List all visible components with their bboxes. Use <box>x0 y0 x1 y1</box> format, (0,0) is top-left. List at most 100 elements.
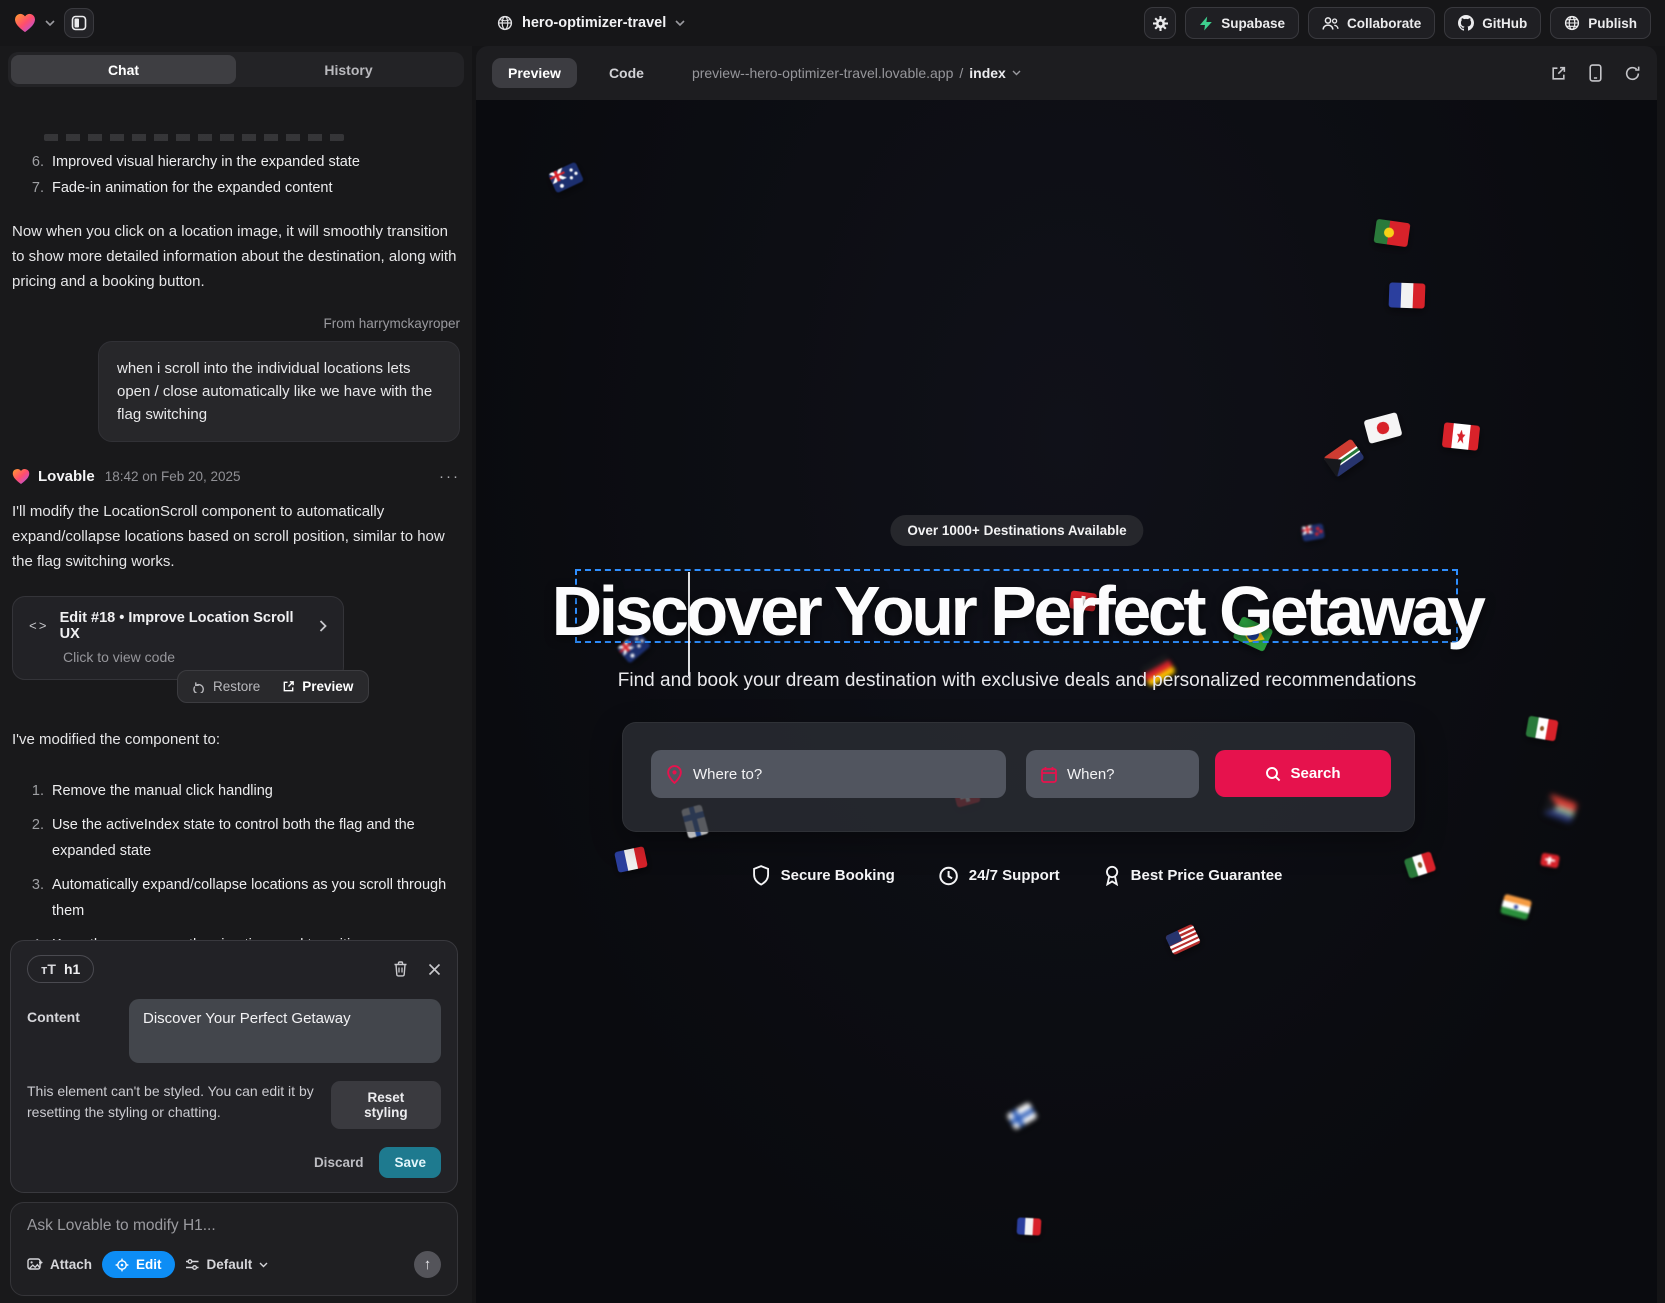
publish-button[interactable]: Publish <box>1550 7 1651 39</box>
list-text: Automatically expand/collapse locations … <box>52 872 452 924</box>
save-button[interactable]: Save <box>379 1147 441 1178</box>
attach-label: Attach <box>50 1257 92 1272</box>
send-button[interactable]: ↑ <box>414 1251 441 1278</box>
chevron-right-icon <box>319 620 327 632</box>
edit-mode-button[interactable]: Edit <box>102 1251 175 1278</box>
list-number: 6. <box>26 149 44 175</box>
assistant-paragraph: I'll modify the LocationScroll component… <box>12 499 460 574</box>
when-placeholder: When? <box>1067 766 1115 783</box>
tab-preview[interactable]: Preview <box>492 58 577 88</box>
target-icon <box>115 1258 129 1272</box>
search-button[interactable]: Search <box>1215 750 1391 797</box>
edit-version-card[interactable]: <> Edit #18 • Improve Location Scroll UX… <box>12 596 344 680</box>
edit-card-title: Edit #18 • Improve Location Scroll UX <box>60 610 308 642</box>
award-icon <box>1104 865 1121 886</box>
list-number: 2. <box>26 812 44 838</box>
open-in-new-tab-button[interactable] <box>1550 65 1567 82</box>
assistant-paragraph: Now when you click on a location image, … <box>12 219 460 294</box>
publish-label: Publish <box>1588 16 1637 31</box>
external-link-icon <box>282 680 295 693</box>
list-item: 1. Remove the manual click handling <box>12 778 460 804</box>
shield-icon <box>752 865 771 886</box>
settings-button[interactable] <box>1144 7 1176 39</box>
url-path: index <box>969 65 1006 81</box>
url-host: preview--hero-optimizer-travel.lovable.a… <box>692 65 953 81</box>
list-text: Fade-in animation for the expanded conte… <box>52 175 333 201</box>
preview-version-button[interactable]: Preview <box>273 674 362 699</box>
reset-styling-button[interactable]: Reset styling <box>331 1081 441 1129</box>
preview-toolbar: Preview Code preview--hero-optimizer-tra… <box>476 46 1657 100</box>
chat-message-list[interactable]: 6. Improved visual hierarchy in the expa… <box>0 134 472 943</box>
when-input[interactable]: When? <box>1026 750 1199 798</box>
feature-secure-booking: Secure Booking <box>752 865 895 886</box>
globe-icon <box>1564 15 1580 31</box>
clock-icon <box>939 866 959 886</box>
preview-viewport: Over 1000+ Destinations Available Discov… <box>476 100 1657 1303</box>
supabase-icon <box>1199 16 1213 31</box>
mobile-view-button[interactable] <box>1589 64 1602 82</box>
list-number: 1. <box>26 778 44 804</box>
collaborate-label: Collaborate <box>1347 16 1421 31</box>
tab-history[interactable]: History <box>236 55 461 84</box>
sidebar-toggle-button[interactable] <box>64 8 94 38</box>
list-text: Remove the manual click handling <box>52 778 273 804</box>
mobile-device-icon <box>1589 64 1602 82</box>
tab-chat[interactable]: Chat <box>11 55 236 84</box>
selected-element-chip[interactable]: ᴛT h1 <box>27 955 94 983</box>
collaborate-button[interactable]: Collaborate <box>1308 7 1435 39</box>
message-menu-button[interactable]: ··· <box>439 468 460 485</box>
delete-element-button[interactable] <box>393 961 408 977</box>
supabase-label: Supabase <box>1221 16 1285 31</box>
element-style-editor: ᴛT h1 Content Discover Your Perfect Geta… <box>10 940 458 1193</box>
project-selector[interactable]: hero-optimizer-travel <box>497 0 685 46</box>
list-text: Improved visual hierarchy in the expande… <box>52 149 360 175</box>
lovable-heart-icon <box>12 468 30 485</box>
topbar: hero-optimizer-travel Supabase <box>0 0 1665 46</box>
text-style-icon: ᴛT <box>41 961 56 977</box>
refresh-icon <box>1624 65 1641 82</box>
hero-heading[interactable]: Discover Your Perfect Getaway <box>552 571 1483 651</box>
project-name: hero-optimizer-travel <box>522 15 666 31</box>
model-default-label: Default <box>207 1257 253 1272</box>
list-number: 7. <box>26 175 44 201</box>
hero-subheading: Find and book your dream destination wit… <box>618 670 1416 692</box>
lovable-heart-logo[interactable] <box>14 13 36 33</box>
chevron-down-icon[interactable] <box>45 20 55 27</box>
external-link-icon <box>1550 65 1567 82</box>
message-timestamp: 18:42 on Feb 20, 2025 <box>105 469 241 484</box>
github-button[interactable]: GitHub <box>1444 7 1541 39</box>
search-label: Search <box>1290 765 1340 782</box>
restore-button[interactable]: Restore <box>184 674 269 699</box>
preview-url[interactable]: preview--hero-optimizer-travel.lovable.a… <box>692 65 1021 81</box>
map-pin-icon <box>666 765 683 784</box>
list-number: 3. <box>26 872 44 898</box>
where-to-placeholder: Where to? <box>693 766 762 783</box>
edit-mode-label: Edit <box>136 1257 162 1272</box>
feature-label: 24/7 Support <box>969 867 1060 884</box>
list-item: 2. Use the activeIndex state to control … <box>12 812 460 864</box>
gear-icon <box>1152 15 1169 32</box>
discard-button[interactable]: Discard <box>314 1155 364 1170</box>
refresh-button[interactable] <box>1624 65 1641 82</box>
people-icon <box>1322 16 1339 31</box>
model-default-button[interactable]: Default <box>185 1257 269 1272</box>
assistant-paragraph: I've modified the component to: <box>12 727 460 752</box>
chat-composer: Attach Edit Default <box>10 1202 458 1296</box>
chat-input[interactable] <box>27 1217 441 1235</box>
tab-code[interactable]: Code <box>593 58 660 88</box>
restore-icon <box>193 680 206 693</box>
close-editor-button[interactable] <box>428 963 441 976</box>
clipped-list-item <box>44 134 344 141</box>
feature-best-price: Best Price Guarantee <box>1104 865 1283 886</box>
list-item: 3. Automatically expand/collapse locatio… <box>12 872 460 924</box>
feature-badges: Secure Booking 24/7 Support Best Price G… <box>752 865 1283 886</box>
content-textarea[interactable]: Discover Your Perfect Getaway <box>129 999 441 1063</box>
assistant-header: Lovable 18:42 on Feb 20, 2025 ··· <box>12 468 460 485</box>
chevron-down-icon <box>675 20 685 27</box>
supabase-button[interactable]: Supabase <box>1185 7 1299 39</box>
list-item: 7. Fade-in animation for the expanded co… <box>12 175 460 201</box>
where-to-input[interactable]: Where to? <box>651 750 1006 798</box>
url-separator: / <box>959 65 963 81</box>
attach-button[interactable]: Attach <box>27 1257 92 1272</box>
message-author-label: From harrymckayroper <box>12 316 460 331</box>
